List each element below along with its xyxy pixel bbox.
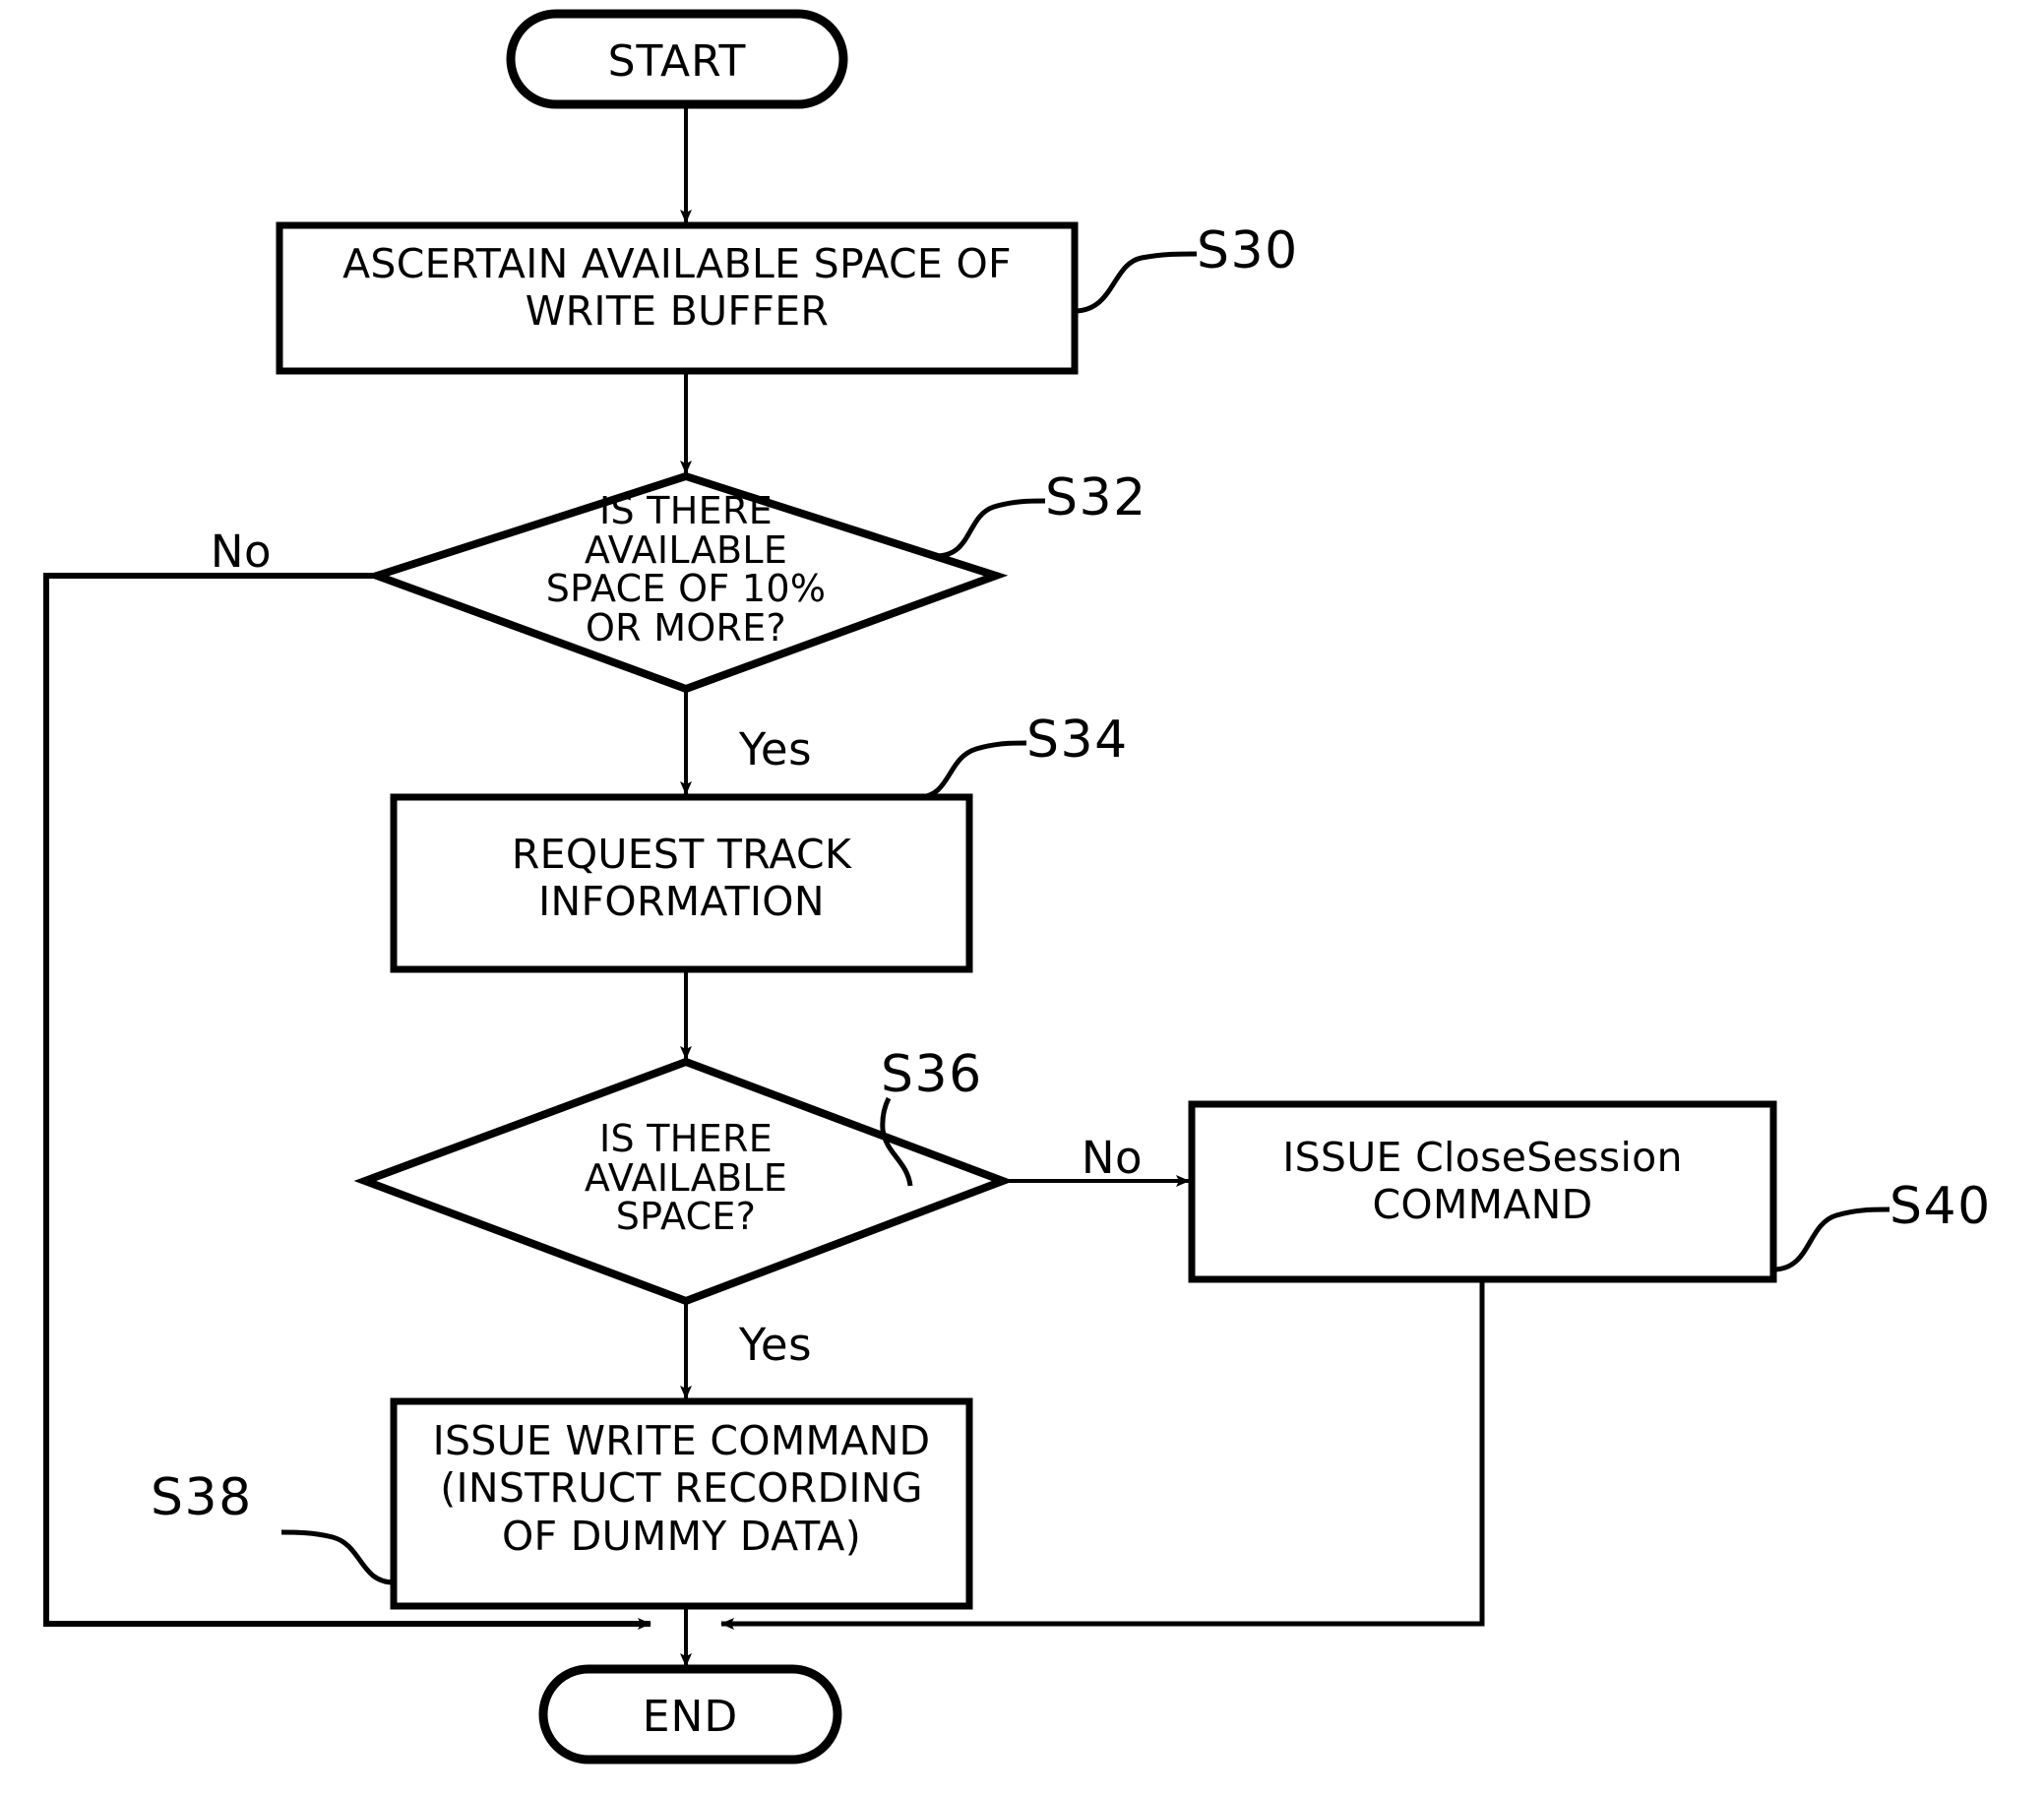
leader-s32	[935, 498, 1046, 559]
leader-s38	[280, 1529, 395, 1585]
end-terminal-shape	[538, 1664, 842, 1764]
s34-process-shape	[390, 793, 973, 973]
leader-s34	[917, 740, 1027, 800]
s32-decision-shape	[364, 471, 1009, 694]
flowchart-page: START ASCERTAIN AVAILABLE SPACE OF WRITE…	[0, 0, 2044, 1795]
start-terminal-shape	[506, 9, 848, 109]
leader-s30	[1074, 251, 1198, 314]
flowchart-canvas	[43, 9, 1890, 1764]
s38-process-shape	[390, 1397, 973, 1610]
s30-process-shape	[276, 221, 1079, 375]
leader-s40	[1772, 1207, 1890, 1272]
s40-process-shape	[1188, 1100, 1777, 1283]
